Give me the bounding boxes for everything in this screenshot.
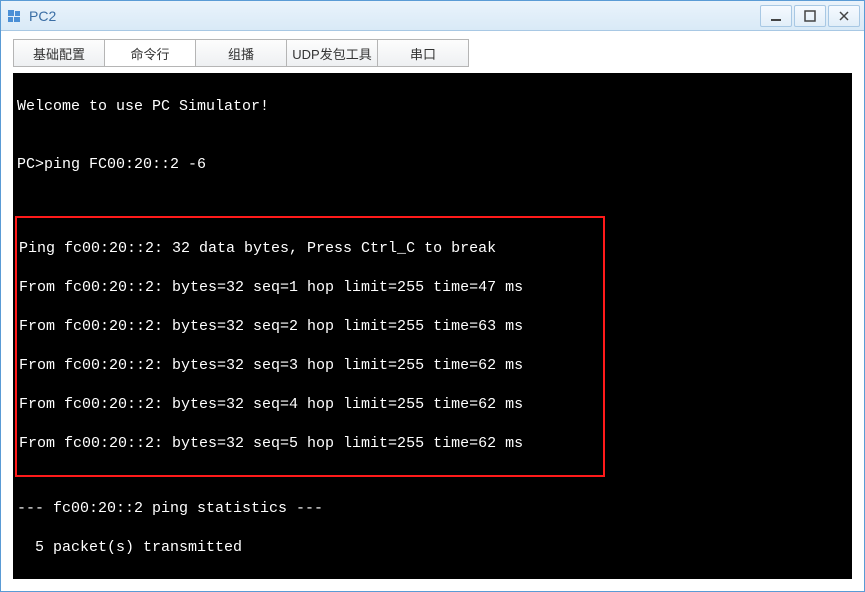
titlebar: PC2 [1, 1, 864, 31]
window-controls [760, 5, 860, 27]
maximize-button[interactable] [794, 5, 826, 27]
window-title: PC2 [29, 8, 760, 24]
terminal-line: From fc00:20::2: bytes=32 seq=2 hop limi… [17, 317, 603, 337]
terminal-output[interactable]: Welcome to use PC Simulator! PC>ping FC0… [13, 73, 852, 579]
terminal-prompt: PC>ping FC00:20::2 -6 [15, 155, 850, 175]
terminal-line: --- fc00:20::2 ping statistics --- [15, 499, 850, 519]
ping-result-highlight: Ping fc00:20::2: 32 data bytes, Press Ct… [15, 216, 605, 478]
tab-label: 基础配置 [33, 44, 85, 63]
terminal-line: 5 packet(s) transmitted [15, 538, 850, 558]
terminal-line: 5 packet(s) received [15, 577, 850, 580]
terminal-line: Ping fc00:20::2: 32 data bytes, Press Ct… [17, 239, 603, 259]
app-window: PC2 基础配置 命令行 组播 UDP发包工具 串口 Welcome to us… [0, 0, 865, 592]
terminal-line: From fc00:20::2: bytes=32 seq=3 hop limi… [17, 356, 603, 376]
terminal-line: From fc00:20::2: bytes=32 seq=1 hop limi… [17, 278, 603, 298]
terminal-line: Welcome to use PC Simulator! [15, 97, 850, 117]
minimize-button[interactable] [760, 5, 792, 27]
tab-label: UDP发包工具 [292, 44, 371, 63]
tab-bar: 基础配置 命令行 组播 UDP发包工具 串口 [1, 31, 864, 73]
tab-label: 命令行 [130, 44, 169, 63]
app-icon [5, 7, 23, 25]
tab-multicast[interactable]: 组播 [195, 39, 287, 67]
tab-label: 串口 [410, 44, 436, 63]
terminal-line: From fc00:20::2: bytes=32 seq=5 hop limi… [17, 434, 603, 454]
tab-label: 组播 [228, 44, 254, 63]
close-button[interactable] [828, 5, 860, 27]
tab-basic-config[interactable]: 基础配置 [13, 39, 105, 67]
tab-serial[interactable]: 串口 [377, 39, 469, 67]
tab-command-line[interactable]: 命令行 [104, 39, 196, 67]
terminal-line: From fc00:20::2: bytes=32 seq=4 hop limi… [17, 395, 603, 415]
tab-udp-tool[interactable]: UDP发包工具 [286, 39, 378, 67]
